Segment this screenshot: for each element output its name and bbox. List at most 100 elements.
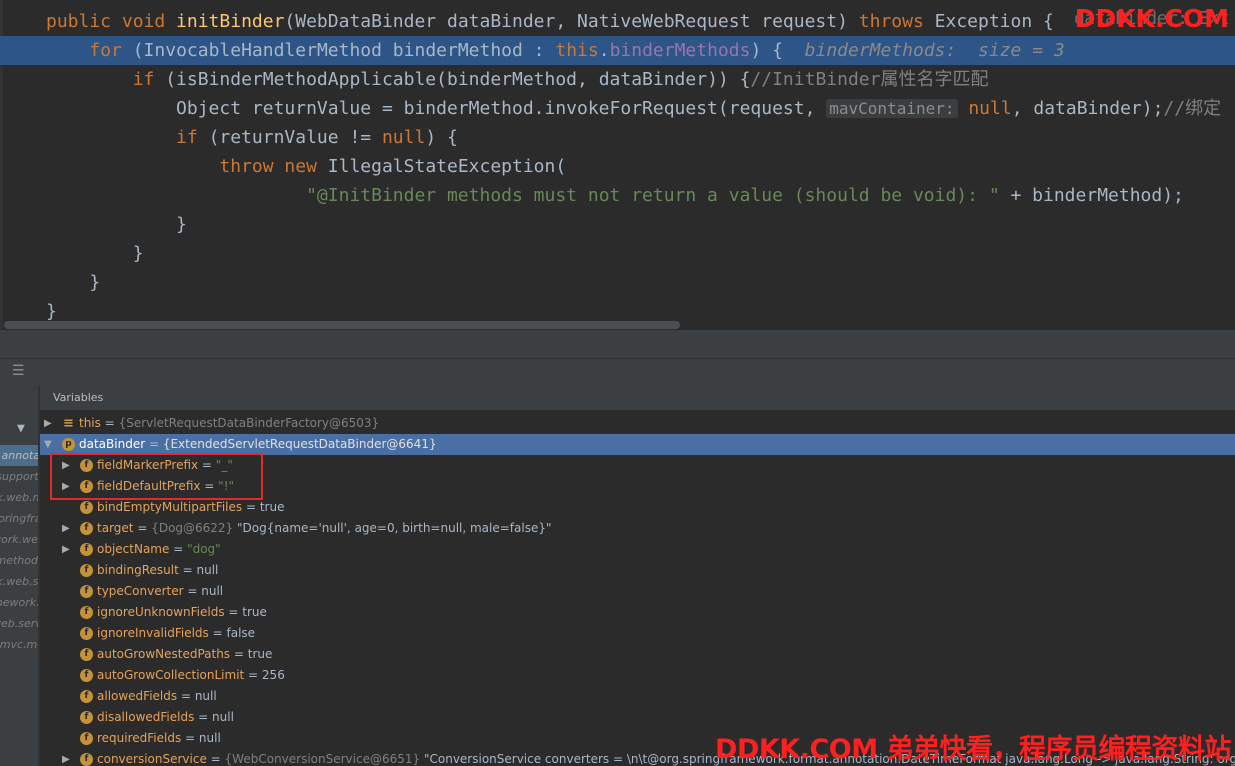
stack-frame-item[interactable]: rk.web.m: [0, 487, 40, 508]
code-token: throw: [219, 156, 285, 177]
variable-value: true: [242, 605, 267, 619]
code-token: }: [46, 301, 57, 322]
code-line[interactable]: }: [0, 268, 1235, 297]
variable-name: ignoreUnknownFields: [97, 605, 225, 619]
field-icon: f: [80, 564, 93, 577]
code-line[interactable]: }: [0, 210, 1235, 239]
variable-text: bindingResult = null: [97, 560, 218, 581]
object-list-icon: ≡: [63, 416, 74, 431]
code-token: Exception {: [934, 11, 1065, 32]
stack-frame-item[interactable]: mework.: [0, 592, 40, 613]
code-token: //绑定: [1163, 98, 1222, 119]
expand-arrow-icon[interactable]: ▶: [62, 539, 70, 560]
variable-type: {ExtendedServletRequestDataBinder@6641}: [162, 437, 437, 451]
debug-header-bar: [0, 330, 1235, 358]
code-token: binderMethods: [609, 40, 751, 61]
variable-row[interactable]: ▼ p dataBinder = {ExtendedServletRequestDa…: [40, 434, 1235, 455]
layout-settings-icon[interactable]: ☰: [12, 363, 25, 379]
field-icon: f: [80, 753, 93, 766]
variable-row[interactable]: ▶ ≡ this = {ServletRequestDataBinderFactor…: [40, 413, 1235, 434]
stack-frame-item[interactable]: t.mvc.m: [0, 634, 40, 655]
code-token: this: [555, 40, 599, 61]
code-token: }: [46, 243, 144, 264]
code-line[interactable]: }: [0, 239, 1235, 268]
code-token: (InvocableHandlerMethod binderMethod :: [132, 40, 556, 61]
variable-value: true: [247, 647, 273, 661]
variable-sep: =: [208, 626, 227, 640]
variable-row[interactable]: f allowedFields = null: [40, 686, 1235, 707]
stack-frame-item[interactable]: web.serv: [0, 613, 40, 634]
stack-frame-item[interactable]: c.annota: [0, 445, 40, 466]
frames-panel: ▼ c.annota(support)rk.web.mspringframewor…: [0, 386, 40, 766]
code-token: , dataBinder);: [1011, 98, 1164, 119]
field-icon: f: [80, 669, 93, 682]
code-token: throws: [858, 11, 935, 32]
stack-frame-item[interactable]: springframe: [0, 508, 40, 529]
code-token: }: [46, 272, 101, 293]
code-token: initBinder: [176, 11, 285, 32]
variable-value: null: [194, 689, 217, 703]
code-line[interactable]: if (returnValue != null) {: [0, 123, 1235, 152]
frames-controls: ▼: [0, 420, 40, 440]
variable-value: null: [198, 731, 221, 745]
watermark-top-text: DDKK.COM: [1074, 4, 1229, 33]
code-line[interactable]: "@InitBinder methods must not return a v…: [0, 181, 1235, 210]
variable-row[interactable]: f disallowedFields = null: [40, 707, 1235, 728]
code-line[interactable]: Object returnValue = binderMethod.invoke…: [0, 94, 1235, 123]
variable-row[interactable]: f autoGrowCollectionLimit = 256: [40, 665, 1235, 686]
expand-arrow-icon[interactable]: ▶: [62, 518, 70, 539]
expand-arrow-icon[interactable]: ▶: [62, 749, 70, 766]
stack-frame-item[interactable]: (support): [0, 466, 40, 487]
field-icon: f: [80, 732, 93, 745]
variable-sep: =: [244, 668, 262, 682]
variable-row[interactable]: ▶ f target = {Dog@6622} "Dog{name='null', …: [40, 518, 1235, 539]
variable-row[interactable]: f typeConverter = null: [40, 581, 1235, 602]
variable-text: autoGrowNestedPaths = true: [97, 644, 272, 665]
variable-row[interactable]: f ignoreUnknownFields = true: [40, 602, 1235, 623]
field-icon: f: [80, 585, 93, 598]
debug-toolbar: ☰: [0, 358, 1235, 387]
tab-variables[interactable]: Variables: [46, 386, 111, 412]
variable-value: 256: [261, 668, 285, 682]
variable-row[interactable]: f autoGrowNestedPaths = true: [40, 644, 1235, 665]
code-token: }: [46, 214, 187, 235]
stack-frame-item[interactable]: .method: [0, 550, 40, 571]
variable-row[interactable]: ▶ f objectName = "dog": [40, 539, 1235, 560]
variable-name: bindEmptyMultipartFiles: [97, 500, 243, 514]
field-icon: f: [80, 543, 93, 556]
code-line[interactable]: public void initBinder(WebDataBinder dat…: [0, 7, 1235, 36]
code-line[interactable]: throw new IllegalStateException(: [0, 152, 1235, 181]
code-line[interactable]: for (InvocableHandlerMethod binderMethod…: [0, 36, 1235, 65]
variable-sep: =: [178, 563, 197, 577]
code-token: for: [89, 40, 133, 61]
filter-icon[interactable]: ▼: [17, 421, 25, 436]
code-token: null: [968, 98, 1012, 119]
code-token: public: [46, 11, 122, 32]
variable-row[interactable]: f bindEmptyMultipartFiles = true: [40, 497, 1235, 518]
variable-text: requiredFields = null: [97, 728, 221, 749]
collapse-arrow-icon[interactable]: ▼: [44, 434, 52, 455]
variables-tab-bar: Variables: [40, 386, 1235, 412]
code-token: //InitBinder属性名字匹配: [750, 69, 989, 90]
variable-name: typeConverter: [97, 584, 184, 598]
code-editor[interactable]: public void initBinder(WebDataBinder dat…: [0, 0, 1235, 330]
variable-text: target = {Dog@6622} "Dog{name='null', ag…: [97, 518, 552, 539]
variable-name: target: [97, 521, 134, 535]
variable-value: false: [226, 626, 256, 640]
variable-name: dataBinder: [79, 437, 146, 451]
variable-sep: =: [133, 521, 152, 535]
variable-type: {WebConversionService@6651}: [224, 752, 421, 766]
code-line[interactable]: if (isBinderMethodApplicable(binderMetho…: [0, 65, 1235, 94]
stack-frame-item[interactable]: work.we: [0, 529, 40, 550]
variable-name: autoGrowNestedPaths: [97, 647, 231, 661]
stack-frame-item[interactable]: rk.web.se: [0, 571, 40, 592]
expand-arrow-icon[interactable]: ▶: [44, 413, 52, 434]
editor-horizontal-scrollbar[interactable]: [4, 321, 680, 329]
variable-row[interactable]: f ignoreInvalidFields = false: [40, 623, 1235, 644]
variable-row[interactable]: f bindingResult = null: [40, 560, 1235, 581]
variable-sep: =: [145, 437, 163, 451]
variable-sep: =: [169, 542, 188, 556]
variable-text: ignoreUnknownFields = true: [97, 602, 267, 623]
